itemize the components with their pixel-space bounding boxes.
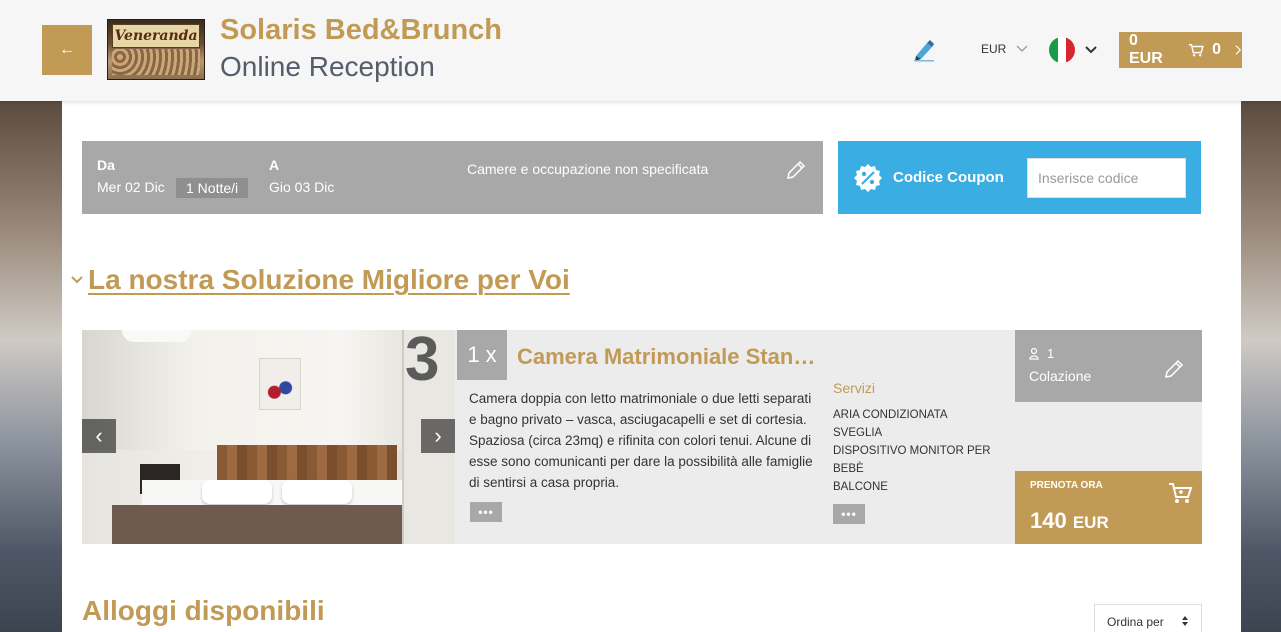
page-subtitle: Online Reception — [220, 51, 435, 82]
sort-select[interactable]: Ordina per — [1094, 604, 1202, 632]
hotel-name: Solaris Bed&Brunch — [220, 14, 502, 46]
coupon-label: Codice Coupon — [893, 169, 1004, 186]
hotel-logo: Veneranda — [107, 19, 205, 80]
chevron-left-icon: ‹ — [95, 423, 103, 448]
room-description: Camera doppia con letto matrimoniale o d… — [469, 391, 813, 490]
logo-woodpile — [112, 49, 200, 75]
chevron-right-icon: › — [434, 423, 442, 448]
wall-painting — [259, 358, 301, 410]
background-scenery-right — [1239, 100, 1281, 632]
best-offer-card: 3 ‹ › 1 x Camera Matrimoniale Standard C… — [82, 330, 1202, 544]
photo-prev-button[interactable]: ‹ — [82, 419, 116, 453]
room-price: 140 EUR — [1030, 508, 1109, 534]
occupancy-panel[interactable]: 1 Colazione — [1015, 330, 1202, 402]
italy-flag-icon[interactable] — [1049, 37, 1075, 63]
cart-total: 0 EUR — [1129, 32, 1163, 67]
background-scenery-left — [0, 100, 62, 632]
price-currency: EUR — [1072, 513, 1109, 532]
chevron-down-icon — [71, 276, 83, 284]
sort-arrows-icon — [1182, 616, 1188, 626]
coupon-code-input[interactable] — [1027, 158, 1186, 198]
rooms-occupancy-text[interactable]: Camere e occupazione non specificata — [467, 161, 708, 177]
best-solution-heading[interactable]: La nostra Soluzione Migliore per Voi — [70, 264, 570, 296]
main-content: Da Mer 02 Dic 1 Notte/i A Gio 03 Dic Cam… — [62, 101, 1241, 632]
room-number: 3 — [405, 330, 440, 394]
discount-badge-icon — [854, 164, 882, 192]
service-item: BALCONE — [833, 481, 888, 493]
service-item: ARIA CONDIZIONATA — [833, 409, 948, 421]
nights-badge: 1 Notte/i — [176, 178, 249, 198]
coupon-panel: Codice Coupon — [838, 141, 1201, 214]
cart-count: 0 — [1212, 41, 1221, 58]
sort-label: Ordina per — [1107, 615, 1164, 629]
book-now-label: PRENOTA ORA — [1030, 480, 1103, 491]
chevron-right-icon — [1235, 45, 1242, 55]
cart-icon — [1169, 483, 1193, 503]
fountain-pen-icon[interactable] — [913, 38, 935, 62]
room-photo: 3 ‹ › — [82, 330, 455, 544]
guest-count-value: 1 — [1047, 346, 1055, 361]
guest-count: 1 — [1029, 346, 1054, 361]
to-label: A — [269, 157, 280, 173]
room-quantity: 1 x — [457, 330, 507, 380]
edit-pencil-icon[interactable] — [1163, 358, 1185, 380]
book-now-button[interactable]: PRENOTA ORA 140 EUR — [1015, 471, 1202, 544]
currency-selector[interactable]: EUR — [981, 42, 1028, 56]
service-item: DISPOSITIVO MONITOR PER BEBÈ — [833, 445, 991, 475]
arrow-left-icon: ← — [59, 41, 75, 58]
chevron-down-icon — [1016, 45, 1028, 52]
board-type: Colazione — [1029, 368, 1092, 384]
services-list: ARIA CONDIZIONATA SVEGLIA DISPOSITIVO MO… — [833, 406, 1013, 496]
description-more-button[interactable]: ••• — [470, 502, 502, 522]
logo-text: Veneranda — [112, 24, 200, 48]
site-header: ← Veneranda Solaris Bed&Brunch Online Re… — [0, 0, 1281, 101]
services-title: Servizi — [833, 380, 876, 396]
from-label: Da — [97, 157, 115, 173]
edit-pencil-icon[interactable] — [785, 159, 807, 181]
from-date: Mer 02 Dic — [97, 179, 165, 195]
cart-icon — [1189, 44, 1205, 57]
services-more-button[interactable]: ••• — [833, 504, 865, 524]
best-solution-title: La nostra Soluzione Migliore per Voi — [88, 264, 570, 295]
person-icon — [1029, 347, 1039, 360]
cart-button[interactable]: 0 EUR 0 — [1119, 32, 1242, 68]
price-value: 140 — [1030, 508, 1067, 533]
currency-label: EUR — [981, 42, 1007, 56]
back-button[interactable]: ← — [42, 25, 92, 75]
to-date: Gio 03 Dic — [269, 179, 335, 195]
date-selector[interactable]: Da Mer 02 Dic 1 Notte/i A Gio 03 Dic Cam… — [82, 141, 823, 214]
photo-next-button[interactable]: › — [421, 419, 455, 453]
chevron-down-icon[interactable] — [1084, 42, 1098, 58]
room-name[interactable]: Camera Matrimoniale Standard — [517, 344, 817, 370]
service-item: SVEGLIA — [833, 427, 883, 439]
available-accommodations-title: Alloggi disponibili — [82, 595, 325, 626]
